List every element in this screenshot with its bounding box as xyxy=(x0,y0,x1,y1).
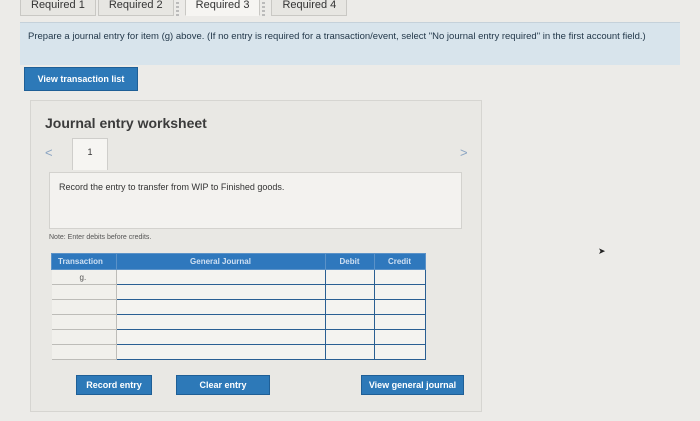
worksheet-title: Journal entry worksheet xyxy=(45,115,207,131)
transaction-cell xyxy=(51,314,117,330)
account-field[interactable] xyxy=(115,329,326,345)
tab-required-1[interactable]: Required 1 xyxy=(20,0,96,16)
view-transaction-list-button[interactable]: View transaction list xyxy=(24,67,138,91)
chevron-right-icon[interactable]: > xyxy=(460,145,468,160)
credit-field[interactable] xyxy=(373,344,426,360)
clear-entry-button[interactable]: Clear entry xyxy=(176,375,270,395)
view-general-journal-button[interactable]: View general journal xyxy=(361,375,464,395)
entry-description-text: Record the entry to transfer from WIP to… xyxy=(59,182,285,192)
transaction-label: g. xyxy=(79,272,87,282)
account-field[interactable] xyxy=(115,269,326,285)
journal-entry-worksheet: Journal entry worksheet < 1 > Record the… xyxy=(30,100,482,412)
transaction-cell xyxy=(51,329,117,345)
tab-required-3[interactable]: Required 3 xyxy=(184,0,261,16)
credit-field[interactable] xyxy=(373,269,426,285)
table-row xyxy=(51,329,426,345)
note-text: Note: Enter debits before credits. xyxy=(49,234,152,241)
tab-required-2[interactable]: Required 2 xyxy=(97,0,174,16)
table-row: g. xyxy=(51,269,426,285)
credit-field[interactable] xyxy=(373,299,426,315)
transaction-cell xyxy=(51,344,117,360)
debit-field[interactable] xyxy=(324,284,375,300)
column-header-transaction: Transaction xyxy=(51,253,117,270)
tab-required-4[interactable]: Required 4 xyxy=(271,0,348,16)
debit-field[interactable] xyxy=(324,329,375,345)
column-header-debit: Debit xyxy=(324,253,375,270)
tab-divider xyxy=(175,0,179,16)
table-row xyxy=(51,284,426,300)
debit-field[interactable] xyxy=(324,314,375,330)
table-row xyxy=(51,314,426,330)
transaction-cell: g. xyxy=(51,269,117,285)
mouse-cursor-icon: ➤ xyxy=(598,246,606,256)
record-entry-button[interactable]: Record entry xyxy=(76,375,152,395)
transaction-cell xyxy=(51,299,117,315)
column-header-credit: Credit xyxy=(373,253,426,270)
account-field[interactable] xyxy=(115,284,326,300)
instructions: Prepare a journal entry for item (g) abo… xyxy=(20,22,680,65)
tab-divider xyxy=(262,0,266,16)
journal-entry-table: Transaction General Journal Debit Credit… xyxy=(51,253,426,360)
debit-field[interactable] xyxy=(324,269,375,285)
table-row xyxy=(51,344,426,360)
credit-field[interactable] xyxy=(373,284,426,300)
tab-bar: Required 1 Required 2 Required 3 Require… xyxy=(20,0,349,17)
debit-field[interactable] xyxy=(324,299,375,315)
credit-field[interactable] xyxy=(373,329,426,345)
entry-tab-1[interactable]: 1 xyxy=(72,138,108,170)
table-row xyxy=(51,299,426,315)
account-field[interactable] xyxy=(115,344,326,360)
entry-description: Record the entry to transfer from WIP to… xyxy=(49,172,462,229)
account-field[interactable] xyxy=(115,299,326,315)
column-header-general-journal: General Journal xyxy=(115,253,326,270)
chevron-left-icon[interactable]: < xyxy=(45,145,53,160)
debit-field[interactable] xyxy=(324,344,375,360)
account-field[interactable] xyxy=(115,314,326,330)
credit-field[interactable] xyxy=(373,314,426,330)
transaction-cell xyxy=(51,284,117,300)
